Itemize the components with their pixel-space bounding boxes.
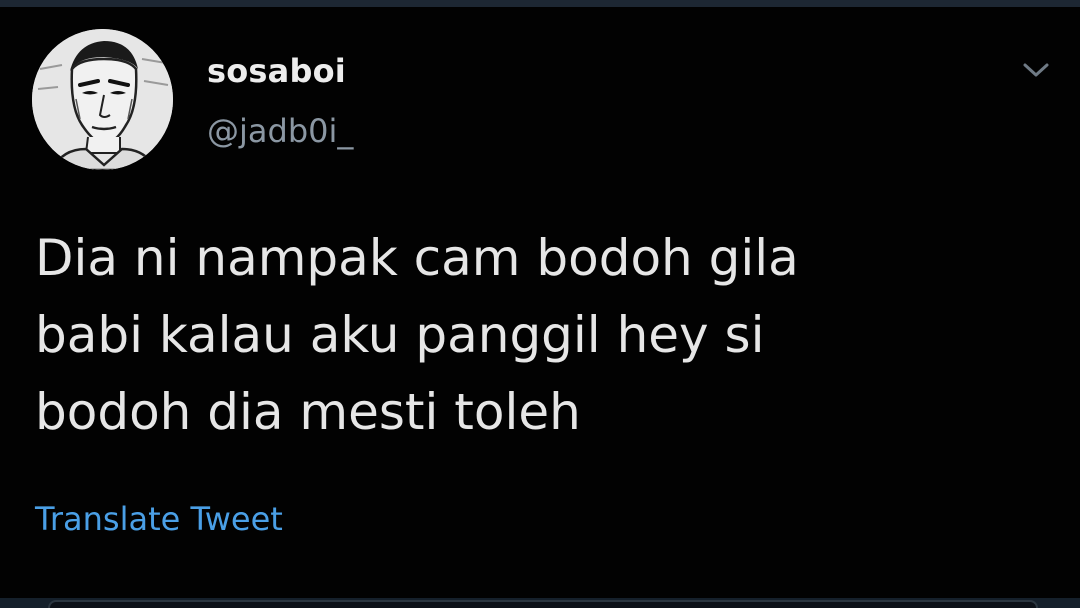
tweet-menu-button[interactable] bbox=[1018, 56, 1054, 84]
bottom-edge-bar bbox=[0, 598, 1080, 608]
username-handle[interactable]: @jadb0i_ bbox=[207, 112, 353, 150]
tweet-text: Dia ni nampak cam bodoh gila babi kalau … bbox=[35, 220, 1035, 451]
translate-tweet-link[interactable]: Translate Tweet bbox=[35, 500, 283, 538]
top-edge-bar bbox=[0, 0, 1080, 7]
next-card-edge bbox=[48, 600, 1038, 608]
tweet-text-line: Dia ni nampak cam bodoh gila bbox=[35, 229, 799, 287]
tweet-text-line: babi kalau aku panggil hey si bbox=[35, 306, 765, 364]
avatar-portrait-icon bbox=[32, 29, 173, 170]
chevron-down-icon bbox=[1023, 63, 1049, 77]
tweet-screenshot: sosaboi @jadb0i_ Dia ni nampak cam bodoh… bbox=[0, 0, 1080, 608]
tweet-text-line: bodoh dia mesti toleh bbox=[35, 383, 581, 441]
display-name[interactable]: sosaboi bbox=[207, 52, 346, 90]
avatar[interactable] bbox=[32, 29, 173, 170]
